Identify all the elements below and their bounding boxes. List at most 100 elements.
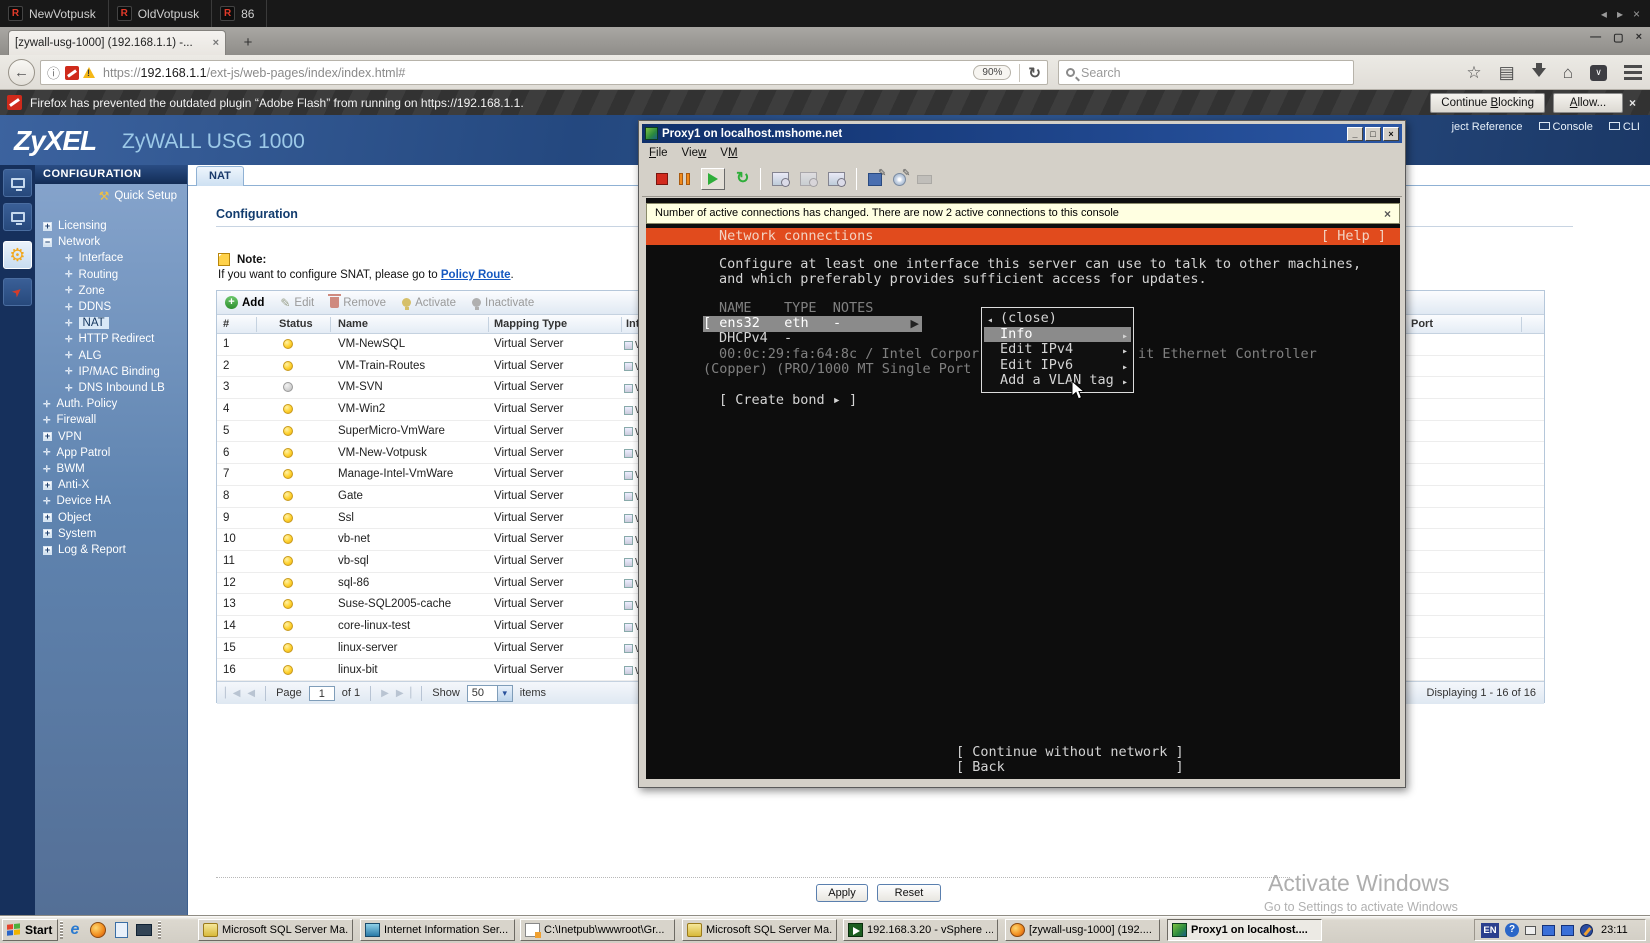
policy-route-link[interactable]: Policy Route	[441, 269, 511, 281]
help-button[interactable]: [ Help ]	[1321, 228, 1386, 245]
expand-icon[interactable]: +	[43, 529, 52, 539]
col-index[interactable]: #	[223, 318, 229, 330]
apply-button[interactable]: Apply	[816, 884, 868, 902]
page-input[interactable]: 1	[308, 685, 335, 701]
continue-blocking-button[interactable]: Continue Blocking	[1430, 92, 1545, 113]
maximize-icon[interactable]: ▢	[1613, 31, 1623, 44]
network-computer-icon[interactable]	[1561, 924, 1574, 936]
snapshot-manager-icon[interactable]	[828, 172, 847, 187]
tab-scroll-left-icon[interactable]: ◂	[1601, 7, 1607, 21]
quicklaunch-document[interactable]	[111, 920, 131, 940]
first-page-icon[interactable]: ▏◀	[225, 688, 240, 699]
power-on-button[interactable]	[701, 168, 725, 190]
sidebar-item-auth-policy[interactable]: ✛ Auth. Policy	[35, 396, 187, 412]
taskbar-button[interactable]: Proxy1 on localhost....	[1167, 919, 1322, 941]
language-indicator[interactable]: EN	[1481, 922, 1499, 938]
vmware-titlebar[interactable]: Proxy1 on localhost.mshome.net _ □ ×	[642, 124, 1402, 143]
last-page-icon[interactable]: ▶▕	[396, 688, 411, 699]
sidebar-item-licensing[interactable]: + Licensing	[35, 218, 187, 234]
sidebar-item-vpn[interactable]: + VPN	[35, 429, 187, 445]
suspend-icon[interactable]	[679, 173, 690, 185]
sidebar-item-app-patrol[interactable]: ✛ App Patrol	[35, 445, 187, 461]
pocket-icon[interactable]: ∨	[1590, 64, 1607, 81]
close-icon[interactable]: ×	[1629, 96, 1636, 110]
sidebar-item-firewall[interactable]: ✛ Firewall	[35, 412, 187, 428]
toolbar-grip[interactable]	[60, 921, 63, 939]
reset-vm-icon[interactable]: ↻	[736, 171, 749, 187]
tab-nat[interactable]: NAT	[196, 166, 244, 186]
remote-session-tab[interactable]: R OldVotpusk	[109, 0, 213, 27]
url-bar[interactable]: ⓘ https://192.168.1.1/ext-js/web-pages/i…	[40, 60, 1048, 85]
bookmarks-menu-icon[interactable]: ▤	[1499, 64, 1515, 81]
quick-setup-link[interactable]: ⚒ Quick Setup	[99, 189, 177, 203]
tab-scroll-right-icon[interactable]: ▸	[1617, 7, 1623, 21]
close-icon[interactable]: ×	[1383, 126, 1399, 141]
sidebar-item-nat[interactable]: ✛ NAT	[35, 315, 187, 331]
sidebar-item-interface[interactable]: ✛ Interface	[35, 250, 187, 266]
menu-item-info[interactable]: Info ▸	[984, 326, 1131, 342]
sidebar-item-bwm[interactable]: ✛ BWM	[35, 461, 187, 477]
menu-icon[interactable]	[1624, 65, 1642, 80]
minimize-icon[interactable]: _	[1347, 126, 1363, 141]
menu-file[interactable]: File	[642, 147, 675, 159]
take-snapshot-icon[interactable]	[772, 172, 791, 187]
page-size-select[interactable]: 50	[466, 684, 513, 702]
sidebar-item-routing[interactable]: ✛ Routing	[35, 267, 187, 283]
power-off-icon[interactable]	[656, 173, 668, 185]
collapse-icon[interactable]: −	[43, 237, 52, 247]
sidebar-item-ip-mac-binding[interactable]: ✛ IP/MAC Binding	[35, 364, 187, 380]
back-button[interactable]: [ Back ]	[956, 759, 1184, 776]
object-reference-link[interactable]: ject Reference	[1452, 121, 1523, 133]
col-name[interactable]: Name	[338, 318, 368, 330]
vm-console-screen[interactable]: Number of active connections has changed…	[646, 198, 1400, 779]
expand-icon[interactable]: +	[43, 480, 52, 490]
home-icon[interactable]: ⌂	[1563, 64, 1573, 81]
network-computer-icon[interactable]	[1542, 924, 1555, 936]
zoom-level-badge[interactable]: 90%	[973, 65, 1012, 80]
col-port[interactable]: Port	[1411, 318, 1433, 330]
allow-button[interactable]: Allow...	[1552, 92, 1623, 113]
taskbar-button[interactable]: Microsoft SQL Server Ma...	[198, 919, 353, 941]
taskbar-button[interactable]: Internet Information Ser...	[360, 919, 515, 941]
quicklaunch-ie[interactable]: e	[65, 920, 85, 940]
menu-item-add-a-vlan-tag[interactable]: Add a VLAN tag ▸	[984, 372, 1131, 389]
menu-vm[interactable]: VM	[713, 147, 744, 159]
col-status[interactable]: Status	[279, 318, 313, 330]
floppy-settings-icon[interactable]	[868, 168, 886, 186]
configuration-tab[interactable]: ⚙	[3, 241, 32, 269]
help-tray-icon[interactable]: ?	[1505, 923, 1519, 937]
menu-item-edit-ipv4[interactable]: Edit IPv4 ▸	[984, 341, 1131, 358]
url-text[interactable]: https://192.168.1.1/ext-js/web-pages/ind…	[103, 66, 973, 80]
menu-item-edit-ipv6[interactable]: Edit IPv6 ▸	[984, 357, 1131, 374]
tray-window-icon[interactable]	[1525, 925, 1536, 935]
col-mapping-type[interactable]: Mapping Type	[494, 318, 567, 330]
tab-close-icon[interactable]: ×	[213, 37, 219, 49]
taskbar-button[interactable]: C:\Inetpub\wwwroot\Gr...	[520, 919, 675, 941]
add-button[interactable]: + Add	[225, 296, 264, 309]
sidebar-item-network[interactable]: − Network	[35, 234, 187, 250]
taskbar-button[interactable]: Microsoft SQL Server Ma...	[682, 919, 837, 941]
taskbar-button[interactable]: [zywall-usg-1000] (192....	[1005, 919, 1160, 941]
sidebar-item-zone[interactable]: ✛ Zone	[35, 283, 187, 299]
remote-session-tab[interactable]: R NewVotpusk	[0, 0, 109, 27]
site-info-icon[interactable]: ⓘ	[47, 63, 60, 82]
sidebar-item-alg[interactable]: ✛ ALG	[35, 348, 187, 364]
browser-tab[interactable]: [zywall-usg-1000] (192.168.1.1) -... ×	[8, 30, 226, 55]
downloads-icon[interactable]	[1531, 63, 1546, 77]
sidebar-item-device-ha[interactable]: ✛ Device HA	[35, 493, 187, 509]
quicklaunch-desktop[interactable]	[134, 920, 154, 940]
cli-link[interactable]: CLI	[1608, 121, 1640, 133]
flash-plugin-icon[interactable]	[65, 65, 80, 80]
menu-view[interactable]: View	[675, 147, 714, 159]
expand-icon[interactable]: +	[43, 432, 52, 442]
sidebar-item-ddns[interactable]: ✛ DDNS	[35, 299, 187, 315]
sidebar-item-anti-x[interactable]: + Anti-X	[35, 477, 187, 493]
taskbar-button[interactable]: 192.168.3.20 - vSphere ...	[843, 919, 998, 941]
start-button[interactable]: Start	[2, 919, 58, 941]
dashboard-tab[interactable]	[3, 169, 32, 197]
new-tab-button[interactable]: +	[236, 33, 260, 53]
sidebar-item-log-report[interactable]: + Log & Report	[35, 542, 187, 558]
expand-icon[interactable]: +	[43, 513, 52, 523]
sidebar-item-system[interactable]: + System	[35, 526, 187, 542]
maintenance-tab[interactable]: ➤	[3, 278, 32, 306]
